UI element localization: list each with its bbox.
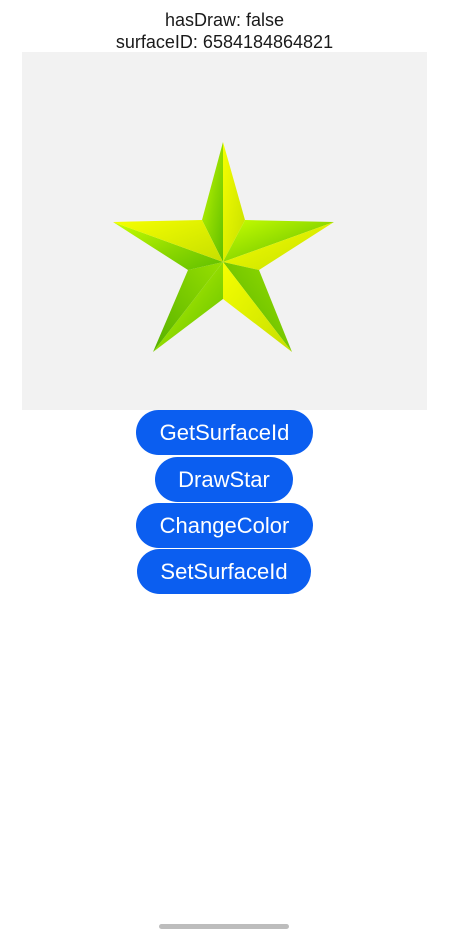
xcomponent-canvas[interactable] xyxy=(22,52,427,410)
home-indicator[interactable] xyxy=(159,924,289,929)
draw-star-button[interactable]: DrawStar xyxy=(155,457,293,502)
change-color-button[interactable]: ChangeColor xyxy=(136,503,313,548)
star-drawing xyxy=(113,142,334,352)
get-surface-id-button[interactable]: GetSurfaceId xyxy=(136,410,313,455)
app-screen: hasDraw: false surfaceID: 6584184864821 xyxy=(0,0,449,937)
set-surface-id-button[interactable]: SetSurfaceId xyxy=(137,549,311,594)
surface-id-label: surfaceID: 6584184864821 xyxy=(115,32,334,52)
has-draw-label: hasDraw: false xyxy=(164,10,285,30)
star-facet-bottom-left-b xyxy=(153,262,223,352)
